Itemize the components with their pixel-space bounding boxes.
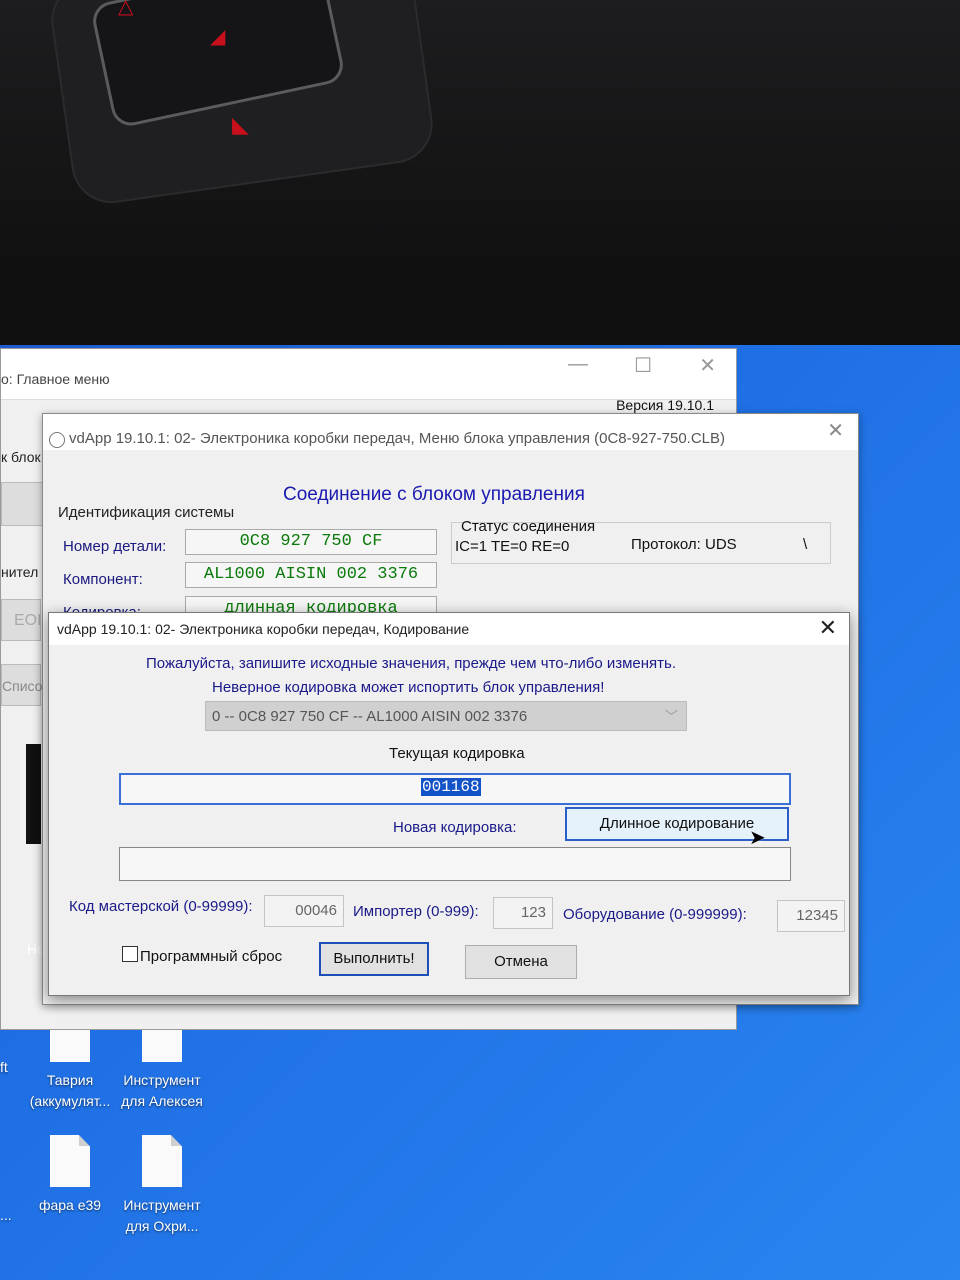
current-coding-value: 001168	[421, 778, 481, 796]
window-title: о: Главное меню	[1, 371, 110, 387]
warning-triangle-icon: ◢	[210, 26, 226, 48]
chevron-down-icon: ﹀	[664, 709, 678, 724]
warning-text: Неверное кодировка может испортить блок …	[212, 679, 605, 696]
document-icon	[50, 1135, 90, 1187]
sidebar-button[interactable]: EOI	[1, 599, 42, 641]
section-heading: Соединение с блоком управления	[283, 484, 585, 505]
sidebar-fragment: нител	[1, 564, 39, 580]
importer-field[interactable]: 123	[493, 897, 553, 929]
soft-reset-checkbox[interactable]	[122, 946, 138, 962]
list-button[interactable]: Список	[1, 664, 49, 706]
document-icon	[142, 1135, 182, 1187]
monitor-bezel	[0, 255, 960, 355]
workshop-code-field[interactable]: 00046	[264, 895, 344, 927]
mouse-cursor-icon: ➤	[749, 827, 766, 849]
title-bar: vdApp 19.10.1: 02- Электроника коробки п…	[49, 613, 849, 645]
module-select[interactable]: 0 -- 0C8 927 750 CF -- AL1000 AISIN 002 …	[205, 701, 687, 731]
warning-triangle-icon: △	[118, 0, 134, 18]
close-icon[interactable]: ✕	[699, 353, 716, 378]
window-title: vdApp 19.10.1: 02- Электроника коробки п…	[69, 430, 726, 447]
app-icon	[49, 432, 65, 448]
new-coding-field[interactable]	[119, 847, 791, 881]
desktop-icon-label: Таврия	[46, 1072, 94, 1088]
sidebar-button[interactable]	[1, 482, 43, 526]
component-field: AL1000 AISIN 002 3376	[185, 562, 437, 588]
desktop-icon-label: (аккумулят...	[29, 1093, 111, 1109]
desktop-icon-label: Инструмент	[123, 1197, 201, 1213]
window-title: vdApp 19.10.1: 02- Электроника коробки п…	[57, 621, 470, 637]
current-coding-field[interactable]: 001168	[119, 773, 791, 805]
sidebar-fragment: к блок	[1, 449, 41, 465]
importer-label: Импортер (0-999):	[353, 903, 479, 920]
close-icon[interactable]: ✕	[819, 615, 837, 641]
execute-button[interactable]: Выполнить!	[319, 942, 429, 976]
status-title: Статус соединения	[461, 518, 596, 535]
desktop-icon-label-fragment: ft	[0, 1059, 8, 1075]
maximize-icon[interactable]: ☐	[634, 353, 652, 378]
module-select-value: 0 -- 0C8 927 750 CF -- AL1000 AISIN 002 …	[212, 708, 528, 725]
protocol-label: Протокол: UDS	[631, 536, 737, 553]
desktop-icon[interactable]: фара e39	[25, 1135, 115, 1216]
warning-text: Пожалуйста, запишите исходные значения, …	[146, 655, 677, 672]
activity-spinner: \	[803, 536, 808, 553]
title-bar: о: Главное меню — ☐ ✕	[1, 349, 736, 400]
desktop-icon[interactable]: Инструмент для Охри...	[117, 1135, 207, 1237]
version-label: Версия 19.10.1	[616, 397, 714, 413]
status-counters: IC=1 TE=0 RE=0	[455, 538, 570, 555]
cancel-button[interactable]: Отмена	[465, 945, 577, 979]
desktop-icon-label: Инструмент	[123, 1072, 201, 1088]
part-number-label: Номер детали:	[63, 538, 167, 555]
equipment-field[interactable]: 12345	[777, 900, 845, 932]
alarm-icon: ◣	[232, 112, 249, 137]
coding-dialog: vdApp 19.10.1: 02- Электроника коробки п…	[48, 612, 850, 996]
minimize-icon[interactable]: —	[568, 353, 588, 376]
desktop-icon-label-fragment: ...	[0, 1207, 12, 1223]
soft-reset-label: Программный сброс	[140, 948, 283, 965]
image-thumbnail	[26, 744, 41, 844]
current-coding-label: Текущая кодировка	[389, 745, 525, 762]
desktop-icon-label: для Алексея	[121, 1093, 203, 1109]
desktop-icon-label: фара e39	[38, 1197, 102, 1213]
new-coding-label: Новая кодировка:	[393, 819, 517, 836]
group-label: Идентификация системы	[58, 504, 235, 521]
desktop-icon-label: для Охри...	[125, 1218, 199, 1234]
title-bar: vdApp 19.10.1: 02- Электроника коробки п…	[43, 414, 858, 450]
close-icon[interactable]: ✕	[827, 418, 844, 443]
equipment-label: Оборудование (0-999999):	[563, 906, 747, 923]
part-number-field: 0C8 927 750 CF	[185, 529, 437, 555]
component-label: Компонент:	[63, 571, 143, 588]
workshop-code-label: Код мастерской (0-99999):	[69, 898, 253, 915]
